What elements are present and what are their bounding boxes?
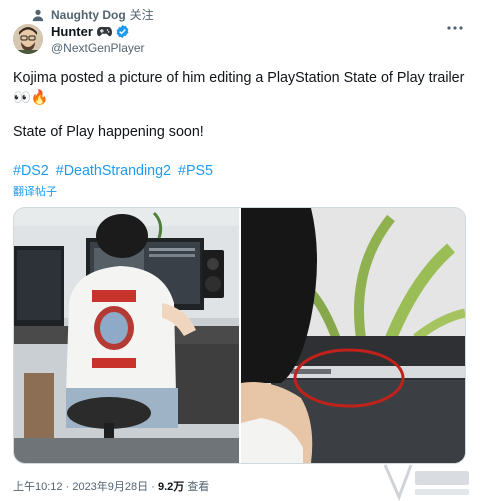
tweet-text-line: Kojima posted a picture of him editing a… xyxy=(13,70,465,86)
translate-post-link[interactable]: 翻译帖子 xyxy=(13,183,57,199)
hashtag-link[interactable]: #PS5 xyxy=(178,163,213,179)
media-grid xyxy=(13,207,466,464)
views-count: 9.2万 xyxy=(157,481,185,493)
social-context-action: 关注 xyxy=(129,8,154,22)
hashtag-list: #DS2 #DeathStranding2 #PS5 xyxy=(13,163,216,179)
social-context-name[interactable]: Naughty Dog xyxy=(51,8,126,22)
media-photo-monitor-closeup[interactable] xyxy=(241,208,465,463)
person-icon xyxy=(32,9,44,21)
media-photo-editing-room[interactable] xyxy=(14,208,239,463)
meta-separator: · xyxy=(151,481,155,493)
tweet-time[interactable]: 上午10:12 xyxy=(13,481,63,493)
author-block[interactable]: Hunter @NextGenPlayer xyxy=(51,24,145,55)
hashtag-link[interactable]: #DS2 xyxy=(13,163,49,179)
avatar[interactable] xyxy=(13,24,43,54)
gamepad-icon xyxy=(96,27,112,37)
more-options-icon[interactable] xyxy=(447,25,463,31)
tweet-meta: 上午10:12 · 2023年9月28日 · 9.2万 查看 xyxy=(13,478,209,494)
tweet-emoji-line: 👀🔥 xyxy=(13,90,49,106)
verified-badge-icon[interactable] xyxy=(115,24,130,39)
watermark-logo xyxy=(383,464,469,501)
avatar-image xyxy=(13,24,43,54)
tweet-text: Kojima posted a picture of him editing a… xyxy=(13,68,475,142)
author-handle[interactable]: @NextGenPlayer xyxy=(51,41,145,55)
social-context[interactable]: Naughty Dog 关注 xyxy=(31,6,154,23)
meta-separator: · xyxy=(65,481,70,493)
tweet-text-line: State of Play happening soon! xyxy=(13,124,204,140)
tweet-date[interactable]: 2023年9月28日 xyxy=(72,481,148,493)
author-display-name[interactable]: Hunter xyxy=(51,24,93,39)
hashtag-link[interactable]: #DeathStranding2 xyxy=(56,163,171,179)
views-label: 查看 xyxy=(187,481,210,493)
